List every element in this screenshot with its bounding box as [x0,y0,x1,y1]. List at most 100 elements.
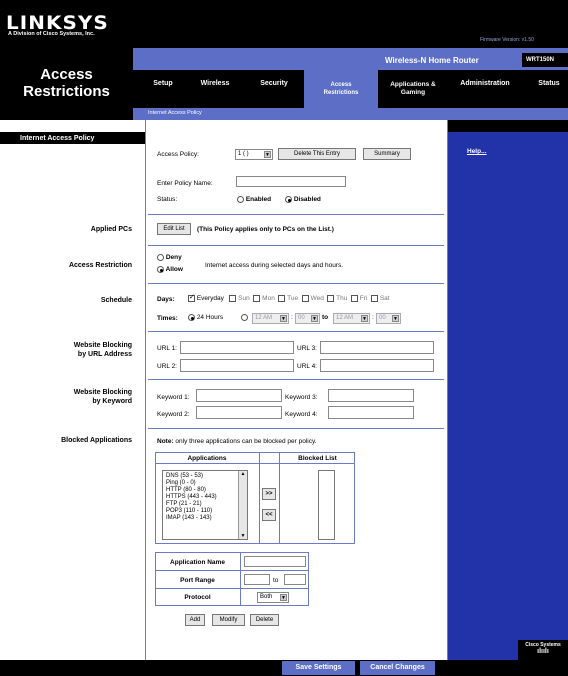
remove-from-blocked-button[interactable]: << [262,509,276,521]
blocked-listbox[interactable] [318,470,335,540]
keyword1-input[interactable] [196,389,282,402]
scrollbar[interactable]: ▲ ▼ [238,471,247,539]
deny-radio[interactable]: Deny [157,254,182,261]
summary-button[interactable]: Summary [363,148,411,160]
status-disabled-radio[interactable]: Disabled [285,196,321,203]
applications-listbox[interactable]: DNS (53 - 53) Ping (0 - 0) HTTP (80 - 80… [162,470,248,540]
edit-list-button[interactable]: Edit List [157,223,191,235]
day-everyday-checkbox[interactable]: Everyday [188,293,224,302]
list-item[interactable]: IMAP (143 - 143) [166,515,245,522]
keyword1-label: Keyword 1: [157,394,190,401]
label-website-blocking-keyword: Website Blocking by Keyword [73,389,132,405]
day-mon-checkbox[interactable]: Mon [253,295,275,302]
tab-setup[interactable]: Setup [146,80,180,88]
divider [148,428,444,429]
list-item[interactable]: POP3 (110 - 110) [166,508,245,515]
tab-wireless[interactable]: Wireless [195,80,235,88]
divider [148,379,444,380]
checkbox-checked-icon [188,293,195,302]
scroll-up-icon[interactable]: ▲ [239,471,247,477]
url4-input[interactable] [320,359,434,372]
cancel-changes-button[interactable]: Cancel Changes [360,661,435,675]
modify-button[interactable]: Modify [212,614,245,626]
radio-icon [241,314,248,321]
end-hour-select[interactable]: 12 AM ▼ [333,313,370,324]
port-start-input[interactable] [244,574,270,585]
policy-name-input[interactable] [236,176,346,187]
subtab-internet-access-policy[interactable]: Internet Access Policy [148,110,202,116]
allow-radio[interactable]: Allow [157,266,183,273]
time-24hours-radio[interactable]: 24 Hours [188,314,223,321]
list-item[interactable]: Ping (0 - 0) [166,480,245,487]
access-policy-select[interactable]: 1 ( ) ▼ [235,149,273,160]
scroll-down-icon[interactable]: ▼ [239,533,247,539]
label-website-blocking-url: Website Blocking by URL Address [73,342,132,358]
divider [148,331,444,332]
day-wed-checkbox[interactable]: Wed [301,295,324,302]
help-link[interactable]: Help... [467,148,487,155]
day-fri-checkbox[interactable]: Fri [350,295,367,302]
access-policy-label: Access Policy: [157,151,199,158]
divider [148,214,444,215]
tab-status[interactable]: Status [530,80,568,88]
delete-button[interactable]: Delete [250,614,279,626]
label-blocked-applications: Blocked Applications [61,437,132,444]
checkbox-icon [301,295,309,302]
status-label: Status: [157,196,178,203]
day-sat-checkbox[interactable]: Sat [371,295,390,302]
add-to-blocked-button[interactable]: >> [262,488,276,500]
apps-note: Note: only three applications can be blo… [157,438,317,445]
divider [148,283,444,284]
divider [259,452,260,544]
divider [155,463,355,464]
protocol-label: Protocol [184,594,211,601]
list-item[interactable]: HTTPS (443 - 443) [166,494,245,501]
tab-security[interactable]: Security [254,80,294,88]
start-minute-select[interactable]: 00 ▼ [295,313,320,324]
divider [155,570,309,571]
time-range-radio[interactable] [241,314,248,321]
label-applied-pcs: Applied PCs [90,226,132,233]
help-panel [448,120,568,660]
port-to-label: to [273,577,279,584]
delete-entry-button[interactable]: Delete This Entry [278,148,356,160]
tab-administration[interactable]: Administration [450,80,520,88]
radio-icon [157,254,164,261]
checkbox-icon [327,295,335,302]
day-thu-checkbox[interactable]: Thu [327,295,347,302]
port-end-input[interactable] [284,574,306,585]
url1-input[interactable] [180,341,294,354]
url2-input[interactable] [180,359,294,372]
chevron-down-icon: ▼ [264,151,271,158]
save-settings-button[interactable]: Save Settings [282,661,355,675]
url3-input[interactable] [320,341,434,354]
list-item[interactable]: HTTP (80 - 80) [166,487,245,494]
chevron-down-icon: ▼ [280,315,287,322]
tab-access-restrictions[interactable]: Access Restrictions [304,81,378,97]
status-enabled-radio[interactable]: Enabled [237,196,271,203]
restriction-description: Internet access during selected days and… [205,262,344,269]
app-name-input[interactable] [244,556,306,567]
keyword2-label: Keyword 2: [157,411,190,418]
chevron-down-icon: ▼ [361,315,368,322]
end-minute-select[interactable]: 00 ▼ [376,313,401,324]
keyword4-label: Keyword 4: [285,411,318,418]
radio-selected-icon [285,196,292,203]
keyword4-input[interactable] [328,406,414,419]
day-tue-checkbox[interactable]: Tue [278,295,298,302]
keyword3-input[interactable] [328,389,414,402]
port-range-label: Port Range [180,577,215,584]
start-hour-select[interactable]: 12 AM ▼ [252,313,289,324]
chevron-down-icon: ▼ [311,315,318,322]
list-item[interactable]: FTP (21 - 21) [166,501,245,508]
section-title: Access Restrictions [0,66,133,100]
tab-applications-gaming[interactable]: Applications & Gaming [380,81,446,97]
firmware-version: Firmware Version: v1.50 [480,37,534,43]
keyword2-input[interactable] [196,406,282,419]
section-title-line1: Access [40,66,93,83]
add-button[interactable]: Add [185,614,205,626]
model-number: WRT150N [522,53,568,67]
day-sun-checkbox[interactable]: Sun [229,295,250,302]
protocol-select[interactable]: Both ▼ [257,592,289,603]
list-item[interactable]: DNS (53 - 53) [166,473,245,480]
